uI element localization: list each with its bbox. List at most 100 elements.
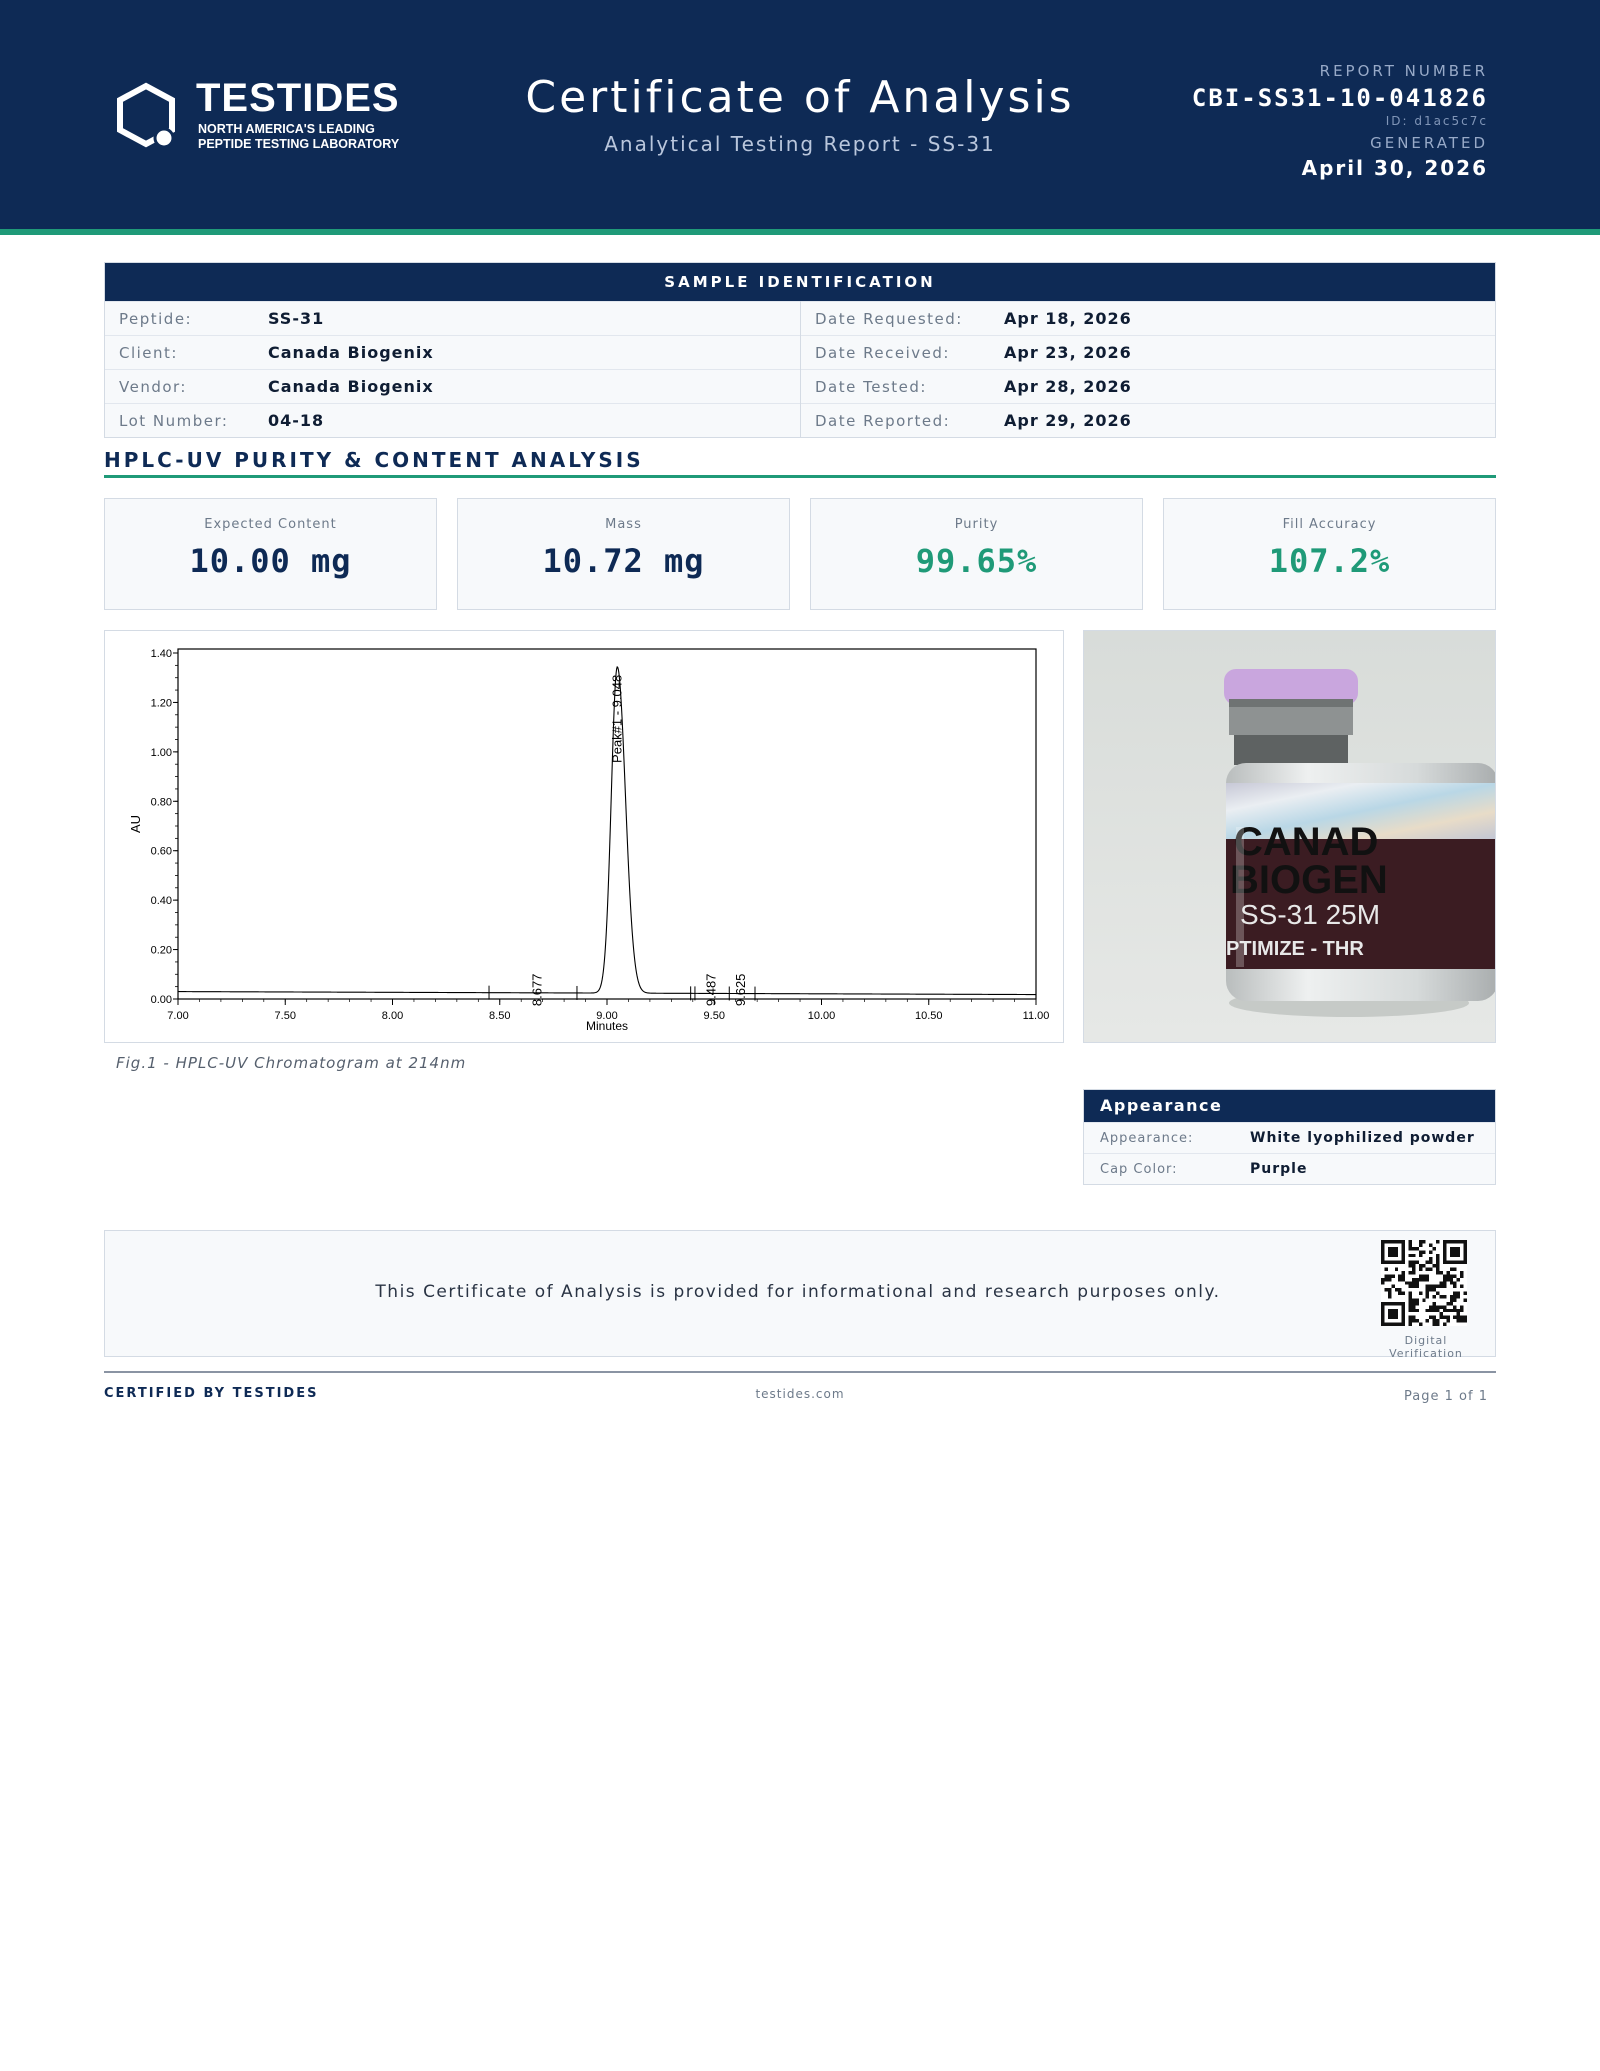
qr-module xyxy=(1442,1257,1447,1261)
qr-module xyxy=(1460,1284,1464,1289)
qr-module xyxy=(1401,1319,1406,1323)
qr-module xyxy=(1449,1298,1454,1302)
qr-module xyxy=(1432,1295,1437,1299)
qr-module xyxy=(1381,1312,1385,1316)
qr-module xyxy=(1411,1305,1416,1309)
qr-module xyxy=(1432,1305,1437,1309)
metric-card-purity: Purity 99.65% xyxy=(810,498,1143,610)
peak-label: 9.487 xyxy=(703,974,718,1007)
qr-module xyxy=(1442,1246,1447,1251)
plot-frame xyxy=(177,648,1037,1000)
figure-caption: Fig.1 - HPLC-UV Chromatogram at 214nm xyxy=(116,1054,467,1072)
qr-module xyxy=(1394,1301,1399,1306)
qr-module xyxy=(1436,1308,1440,1313)
qr-module xyxy=(1394,1250,1399,1254)
qr-module xyxy=(1394,1253,1399,1258)
qr-module xyxy=(1401,1246,1406,1251)
qr-module xyxy=(1436,1305,1440,1309)
qr-module xyxy=(1394,1288,1399,1292)
qr-module xyxy=(1442,1281,1447,1285)
qr-module xyxy=(1401,1243,1406,1247)
qr-module xyxy=(1384,1260,1388,1265)
row-value: SS-31 xyxy=(268,309,325,328)
qr-module xyxy=(1415,1284,1419,1289)
qr-module xyxy=(1384,1274,1388,1278)
qr-module xyxy=(1381,1305,1385,1309)
footer-website-link[interactable]: testides.com xyxy=(700,1387,900,1401)
row-value: White lyophilized powder xyxy=(1250,1130,1475,1146)
qr-module xyxy=(1453,1284,1457,1289)
qr-module xyxy=(1449,1295,1454,1299)
brand-tagline-line1: NORTH AMERICA'S LEADING xyxy=(198,122,375,136)
row-value: Apr 28, 2026 xyxy=(1004,377,1132,396)
qr-module xyxy=(1425,1288,1430,1292)
qr-module xyxy=(1411,1277,1416,1282)
qr-module xyxy=(1453,1267,1457,1271)
qr-module xyxy=(1411,1260,1416,1265)
qr-module xyxy=(1401,1270,1406,1275)
qr-module xyxy=(1391,1240,1395,1244)
vial-label-line4: PTIMIZE - THR xyxy=(1226,938,1364,960)
qr-module xyxy=(1432,1246,1437,1251)
qr-module xyxy=(1446,1315,1450,1320)
qr-module xyxy=(1425,1295,1430,1299)
vial-label-line3: SS-31 25M xyxy=(1240,899,1380,930)
report-number: CBI-SS31-10-041826 xyxy=(1191,84,1488,112)
qr-module xyxy=(1446,1260,1450,1265)
qr-module xyxy=(1432,1301,1437,1306)
chromatogram-trace xyxy=(178,666,1036,996)
metric-card-fill-accuracy: Fill Accuracy 107.2% xyxy=(1163,498,1496,610)
qr-module xyxy=(1442,1295,1447,1299)
qr-module xyxy=(1453,1246,1457,1251)
qr-module xyxy=(1436,1322,1440,1326)
qr-module xyxy=(1442,1240,1447,1244)
qr-module xyxy=(1398,1274,1402,1278)
qr-module xyxy=(1401,1322,1406,1326)
appearance-heading: Appearance xyxy=(1084,1090,1495,1122)
table-row: Lot Number: 04-18 xyxy=(105,403,800,437)
report-header: TESTIDES NORTH AMERICA'S LEADING PEPTIDE… xyxy=(0,0,1600,229)
qr-module xyxy=(1381,1319,1385,1323)
x-tick-label: 8.50 xyxy=(489,1010,510,1022)
qr-module xyxy=(1411,1284,1416,1289)
qr-module xyxy=(1411,1281,1416,1285)
qr-module xyxy=(1422,1277,1426,1282)
qr-module xyxy=(1442,1315,1447,1320)
row-label: Cap Color: xyxy=(1100,1161,1178,1177)
x-tick-label: 8.00 xyxy=(382,1010,403,1022)
qr-module xyxy=(1456,1312,1461,1316)
metric-value: 10.72 mg xyxy=(542,542,705,580)
disclaimer-text: This Certificate of Analysis is provided… xyxy=(375,1282,1221,1302)
qr-module xyxy=(1384,1288,1388,1292)
qr-module xyxy=(1453,1291,1457,1296)
qr-module xyxy=(1415,1277,1419,1282)
x-tick-label: 10.00 xyxy=(808,1010,836,1022)
qr-module xyxy=(1449,1246,1454,1251)
qr-module xyxy=(1425,1267,1430,1271)
qr-module xyxy=(1381,1253,1385,1258)
vial-illustration: CANAD BIOGEN SS-31 25M PTIMIZE - THR xyxy=(1084,631,1495,1042)
qr-module xyxy=(1436,1260,1440,1265)
qr-module xyxy=(1398,1260,1402,1265)
page-subtitle: Analytical Testing Report - SS-31 xyxy=(604,132,996,156)
qr-module xyxy=(1456,1315,1461,1320)
qr-module xyxy=(1387,1301,1392,1306)
qr-module xyxy=(1460,1319,1464,1323)
table-row: Appearance: White lyophilized powder xyxy=(1084,1122,1495,1153)
qr-module xyxy=(1422,1240,1426,1244)
y-tick-label: 0.80 xyxy=(151,796,172,808)
qr-module xyxy=(1418,1243,1423,1247)
qr-module xyxy=(1394,1315,1399,1320)
qr-module xyxy=(1449,1267,1454,1271)
qr-module xyxy=(1442,1305,1447,1309)
metric-value: 99.65% xyxy=(915,542,1038,580)
qr-module xyxy=(1415,1298,1419,1302)
qr-module xyxy=(1456,1240,1461,1244)
row-label: Date Received: xyxy=(815,343,950,362)
peak-labels: 8.677 Peak#1 - 9.048 9.487 9.625 xyxy=(488,675,756,1007)
brand-tagline-line2: PEPTIDE TESTING LABORATORY xyxy=(198,137,400,151)
qr-code-icon[interactable] xyxy=(1381,1240,1467,1326)
qr-module xyxy=(1432,1308,1437,1313)
qr-module xyxy=(1381,1260,1385,1265)
qr-module xyxy=(1446,1301,1450,1306)
